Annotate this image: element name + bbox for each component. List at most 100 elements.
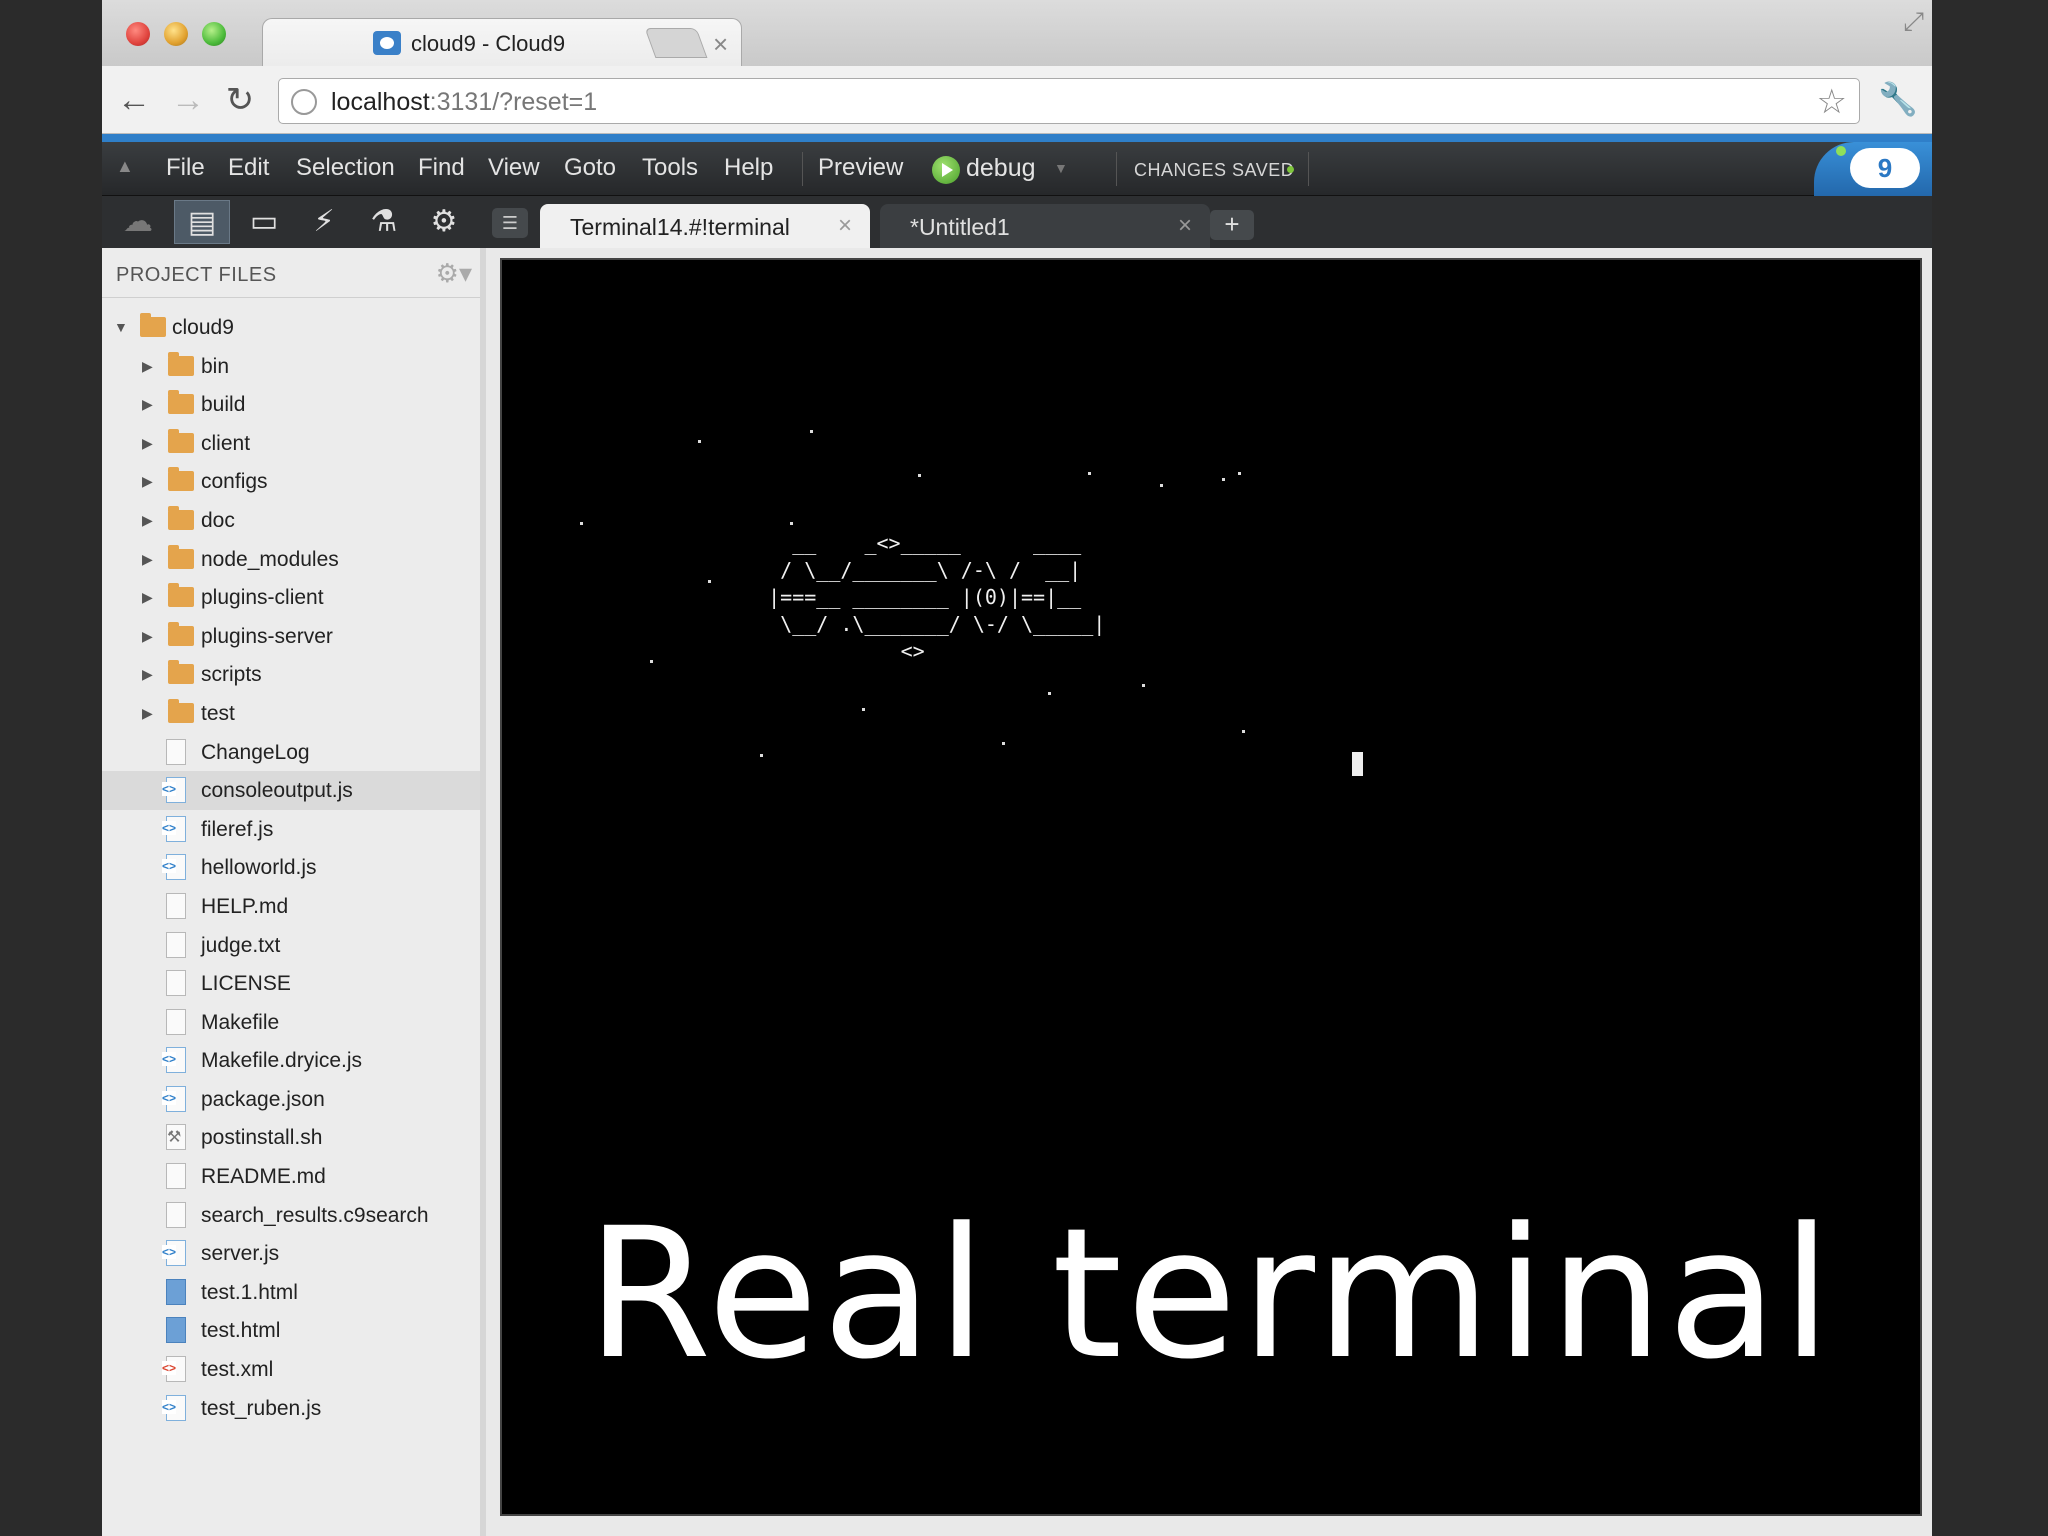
file-tree: ▼ cloud9 ▶ bin ▶ build ▶ client ▶ configs ▶ doc ▶ nod… [102, 308, 480, 1427]
chevron-right-icon[interactable]: ▶ [142, 551, 153, 568]
file-row[interactable]: test.xml [102, 1350, 480, 1389]
bookmark-star-icon[interactable]: ☆ [1817, 82, 1847, 122]
fullscreen-icon[interactable]: ⤢ [1903, 6, 1924, 38]
folder-icon [168, 583, 194, 608]
debug-label: debug [966, 154, 1036, 182]
file-row[interactable]: test.1.html [102, 1273, 480, 1312]
browser-tab-close-icon[interactable]: × [713, 29, 728, 60]
cloud9-logo[interactable]: 9 [1814, 142, 1932, 196]
file-row[interactable]: test.html [102, 1311, 480, 1350]
menu-tools[interactable]: Tools [642, 154, 698, 182]
chevron-right-icon[interactable]: ▶ [142, 705, 153, 722]
chevron-down-icon[interactable]: ▼ [1054, 160, 1068, 176]
menu-help[interactable]: Help [724, 154, 773, 182]
folder-row[interactable]: ▶ build [102, 385, 480, 424]
chevron-right-icon[interactable]: ▶ [142, 628, 153, 645]
settings-gear-icon[interactable]: ⚙ [416, 200, 472, 244]
file-file-icon [166, 1163, 186, 1190]
folder-row[interactable]: ▶ node_modules [102, 540, 480, 579]
forward-arrow-icon[interactable]: → [168, 80, 208, 120]
folder-row[interactable]: ▶ plugins-server [102, 617, 480, 656]
file-row[interactable]: test_ruben.js [102, 1389, 480, 1428]
file-file-icon [166, 1201, 186, 1228]
file-row[interactable]: postinstall.sh [102, 1118, 480, 1157]
folder-row[interactable]: ▶ scripts [102, 655, 480, 694]
test-flask-icon[interactable]: ⚗ [356, 200, 412, 244]
folder-row[interactable]: ▶ bin [102, 347, 480, 386]
tree-item-label: plugins-server [201, 624, 333, 648]
folder-row[interactable]: ▶ client [102, 424, 480, 463]
collapse-up-icon[interactable]: ▲ [116, 156, 134, 177]
terminal-panel[interactable]: __ _<>_____ ____ / \__/_______\ /-\ / __… [500, 258, 1922, 1516]
new-browser-tab-button[interactable] [644, 28, 708, 58]
reload-icon[interactable]: ↻ [220, 80, 260, 120]
file-row[interactable]: helloworld.js [102, 848, 480, 887]
menu-edit[interactable]: Edit [228, 154, 269, 182]
panel-toggle-icon[interactable]: ☰ [492, 208, 528, 238]
gear-icon[interactable]: ⚙▾ [436, 258, 472, 289]
file-row[interactable]: server.js [102, 1234, 480, 1273]
slide-caption: Real terminal [586, 1190, 1836, 1399]
folder-icon [168, 621, 194, 646]
file-row[interactable]: search_results.c9search [102, 1196, 480, 1235]
folder-row[interactable]: ▶ plugins-client [102, 578, 480, 617]
project-files-icon[interactable]: ▤ [174, 200, 230, 244]
file-row[interactable]: consoleoutput.js [102, 771, 480, 810]
tree-item-label: plugins-client [201, 586, 324, 610]
file-row[interactable]: README.md [102, 1157, 480, 1196]
chevron-right-icon[interactable]: ▶ [142, 512, 153, 529]
menu-selection[interactable]: Selection [296, 154, 395, 182]
chevron-right-icon[interactable]: ▶ [142, 358, 153, 375]
open-files-icon[interactable]: ▭ [236, 200, 292, 244]
file-row[interactable]: package.json [102, 1080, 480, 1119]
file-row[interactable]: fileref.js [102, 810, 480, 849]
folder-row[interactable]: ▶ doc [102, 501, 480, 540]
tab-label: Terminal14.#!terminal [570, 214, 790, 240]
menu-find[interactable]: Find [418, 154, 465, 182]
tree-item-label: build [201, 393, 246, 417]
tree-item-label: node_modules [201, 547, 339, 571]
file-row[interactable]: judge.txt [102, 926, 480, 965]
file-row[interactable]: HELP.md [102, 887, 480, 926]
window-minimize-button[interactable] [164, 22, 188, 46]
folder-row[interactable]: ▶ test [102, 694, 480, 733]
file-row[interactable]: ChangeLog [102, 733, 480, 772]
html-file-icon [166, 1317, 186, 1344]
chevron-right-icon[interactable]: ▶ [142, 666, 153, 683]
js-file-icon [162, 777, 186, 804]
html-file-icon [166, 1278, 186, 1305]
folder-row[interactable]: ▶ configs [102, 462, 480, 501]
menu-goto[interactable]: Goto [564, 154, 616, 182]
menu-view[interactable]: View [488, 154, 540, 182]
back-arrow-icon[interactable]: ← [114, 80, 154, 120]
star-dot [698, 440, 701, 443]
tab-terminal[interactable]: Terminal14.#!terminal × [540, 204, 870, 248]
menu-preview[interactable]: Preview [818, 154, 903, 182]
panel-header: PROJECT FILES ⚙▾ [102, 248, 480, 298]
window-close-button[interactable] [126, 22, 150, 46]
file-row[interactable]: Makefile.dryice.js [102, 1041, 480, 1080]
address-bar[interactable]: localhost:3131/?reset=1 ☆ [278, 78, 1860, 124]
play-icon [932, 156, 960, 184]
window-maximize-button[interactable] [202, 22, 226, 46]
add-tab-button[interactable]: + [1210, 210, 1254, 240]
tab-untitled[interactable]: *Untitled1 × [880, 204, 1210, 248]
close-icon[interactable]: × [1178, 212, 1192, 240]
folder-row[interactable]: ▼ cloud9 [102, 308, 480, 347]
file-row[interactable]: LICENSE [102, 964, 480, 1003]
chevron-right-icon[interactable]: ▶ [142, 396, 153, 413]
chevron-right-icon[interactable]: ▶ [142, 473, 153, 490]
wrench-icon[interactable]: 🔧 [1878, 80, 1918, 118]
run-icon[interactable]: ⚡ [296, 200, 352, 244]
tree-item-label: test [201, 701, 235, 725]
chevron-down-icon[interactable]: ▼ [114, 319, 128, 335]
browser-toolbar: ← → ↻ localhost:3131/?reset=1 ☆ 🔧 [102, 66, 1932, 134]
menu-file[interactable]: File [166, 154, 205, 182]
chevron-right-icon[interactable]: ▶ [142, 589, 153, 606]
close-icon[interactable]: × [838, 212, 852, 240]
folder-icon [168, 351, 194, 376]
tree-item-label: doc [201, 508, 235, 532]
cloud9-icon[interactable]: ☁ [110, 200, 166, 244]
file-row[interactable]: Makefile [102, 1003, 480, 1042]
chevron-right-icon[interactable]: ▶ [142, 435, 153, 452]
